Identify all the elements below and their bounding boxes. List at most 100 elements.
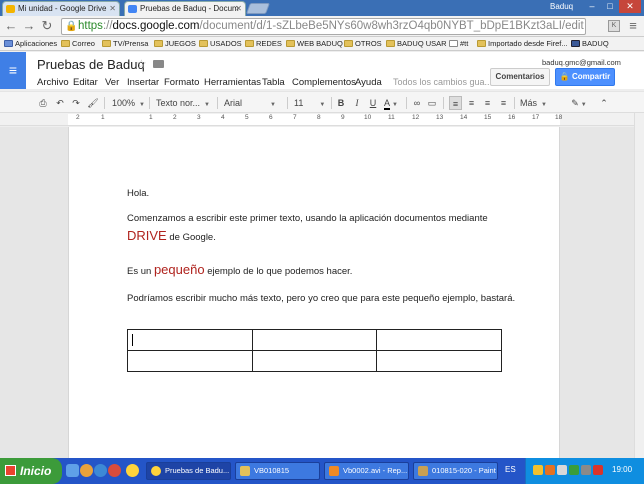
table-cell[interactable] (127, 329, 253, 351)
doc-paragraph-2[interactable]: Comenzamos a escribir este primer texto,… (127, 213, 488, 224)
menu-complementos[interactable]: Complementos (292, 77, 356, 88)
chrome-icon[interactable] (126, 464, 139, 477)
italic-button[interactable]: I (351, 96, 363, 110)
bookmark-redes[interactable]: REDES (245, 38, 282, 49)
menu-formato[interactable]: Formato (164, 77, 199, 88)
vlc-icon[interactable] (545, 465, 555, 475)
task-folder[interactable]: VB010815 (235, 462, 320, 480)
docs-home-icon[interactable]: ≡ (0, 52, 26, 89)
window-user[interactable]: Baduq (550, 2, 573, 11)
security-icon[interactable] (569, 465, 579, 475)
folder-icon (154, 40, 163, 47)
new-tab-button[interactable] (245, 3, 271, 14)
menu-ver[interactable]: Ver (105, 77, 119, 88)
reload-icon[interactable]: ↻ (40, 19, 54, 33)
language-indicator[interactable]: ES (505, 465, 516, 474)
task-video[interactable]: Vb0002.avi - Rep... (324, 462, 409, 480)
print-icon[interactable]: ⎙ (37, 96, 49, 110)
doc-paragraph-2-cont[interactable]: DRIVE de Google. (127, 228, 216, 243)
table-cell[interactable] (376, 329, 502, 351)
share-button[interactable]: 🔒 Compartir (555, 68, 615, 86)
bookmark-baduq-usar[interactable]: BADUQ USAR (386, 38, 447, 49)
style-select[interactable]: Texto nor... ▼ (156, 96, 214, 110)
bookmark-juegos[interactable]: JUEGOS (154, 38, 196, 49)
bookmark-tt[interactable]: #tt (449, 38, 468, 49)
minimize-button[interactable]: – (583, 0, 601, 13)
menu-archivo[interactable]: Archivo (37, 77, 69, 88)
bookmark-usados[interactable]: USADOS (199, 38, 242, 49)
doc-paragraph-4[interactable]: Podríamos escribir mucho más texto, pero… (127, 293, 515, 304)
pen-mode-icon[interactable]: ✎ ▼ (570, 96, 588, 110)
table-cell[interactable] (376, 350, 502, 372)
menu-insertar[interactable]: Insertar (127, 77, 159, 88)
network-icon[interactable] (557, 465, 567, 475)
menu-ayuda[interactable]: Ayuda (355, 77, 382, 88)
link-icon[interactable]: ∞ (411, 96, 423, 110)
table-cell[interactable] (251, 350, 378, 372)
menu-editar[interactable]: Editar (73, 77, 98, 88)
chrome-icon (151, 466, 161, 476)
menu-tabla[interactable]: Tabla (262, 77, 285, 88)
save-status[interactable]: Todos los cambios gua... (393, 77, 492, 87)
undo-icon[interactable]: ↶ (54, 96, 66, 110)
align-center-icon[interactable]: ≡ (465, 96, 478, 110)
divider (406, 97, 407, 109)
ruler[interactable]: 2 1 1 2 3 4 5 6 7 8 9 10 11 12 13 14 15 … (0, 113, 634, 126)
menu-icon[interactable]: ≡ (626, 19, 640, 33)
tab-pruebas-baduq[interactable]: Pruebas de Baduq - Docum ✕ (124, 1, 246, 16)
bookmark-aplicaciones[interactable]: Aplicaciones (4, 38, 57, 49)
desktop-icon[interactable] (66, 464, 79, 477)
comment-icon[interactable]: ▭ (426, 96, 438, 110)
task-paint[interactable]: 010815-020 - Paint (413, 462, 498, 480)
firefox-icon[interactable] (80, 464, 93, 477)
align-right-icon[interactable]: ≡ (481, 96, 494, 110)
bookmark-importado[interactable]: Importado desde Firef... (477, 38, 568, 49)
opera-icon[interactable] (108, 464, 121, 477)
back-icon[interactable]: ← (4, 19, 18, 33)
document-table[interactable] (127, 329, 502, 372)
url-input[interactable]: 🔒 https://docs.google.com/document/d/1-sZ… (61, 18, 586, 35)
clock[interactable]: 19:00 (612, 465, 632, 474)
close-icon[interactable]: ✕ (235, 2, 242, 15)
align-justify-icon[interactable]: ≡ (497, 96, 510, 110)
tab-google-drive[interactable]: Mi unidad - Google Drive ✕ (2, 1, 120, 16)
bold-button[interactable]: B (335, 96, 347, 110)
paint-format-icon[interactable]: 🖌 (87, 96, 99, 110)
bookmark-web-baduq[interactable]: WEB BADUQ (286, 38, 343, 49)
align-left-icon[interactable]: ≡ (449, 96, 462, 110)
more-button[interactable]: Más ▼ (520, 96, 550, 110)
doc-paragraph-1[interactable]: Hola. (127, 188, 149, 199)
redo-icon[interactable]: ↷ (70, 96, 82, 110)
warning-icon[interactable] (533, 465, 543, 475)
close-window-button[interactable]: ✕ (619, 0, 641, 13)
alert-icon[interactable] (593, 465, 603, 475)
volume-icon[interactable] (581, 465, 591, 475)
task-chrome-docs[interactable]: Pruebas de Badu... (146, 462, 231, 480)
folder-icon[interactable] (153, 60, 164, 68)
close-icon[interactable]: ✕ (109, 2, 116, 15)
text-color-button[interactable]: A ▼ (383, 96, 399, 110)
comments-button[interactable]: Comentarios (490, 68, 550, 86)
bookmark-correo[interactable]: Correo (61, 38, 95, 49)
extension-icon[interactable]: K (608, 20, 620, 32)
bookmark-baduq[interactable]: BADUQ (571, 38, 609, 49)
bookmark-otros[interactable]: OTROS (344, 38, 382, 49)
user-email[interactable]: baduq.gmc@gmail.com (542, 58, 621, 67)
document-title[interactable]: Pruebas de Baduq (37, 57, 145, 72)
table-cell[interactable] (251, 329, 378, 351)
vertical-scrollbar[interactable] (634, 113, 644, 458)
collapse-icon[interactable]: ⌃ (598, 96, 610, 110)
maximize-button[interactable]: □ (601, 0, 619, 13)
forward-icon[interactable]: → (22, 19, 36, 33)
underline-button[interactable]: U (367, 96, 379, 110)
doc-paragraph-3[interactable]: Es un pequeño ejemplo de lo que podemos … (127, 262, 352, 277)
zoom-select[interactable]: 100% ▼ (112, 96, 146, 110)
font-size-select[interactable]: 11 ▼ (294, 96, 330, 110)
start-button[interactable]: Inicio (0, 458, 62, 484)
ie-icon[interactable] (94, 464, 107, 477)
table-cell[interactable] (127, 350, 253, 372)
bookmark-tv-prensa[interactable]: TV/Prensa (102, 38, 148, 49)
menu-herramientas[interactable]: Herramientas (204, 77, 261, 88)
font-select[interactable]: Arial ▼ (224, 96, 284, 110)
star-icon[interactable]: ☆ (136, 57, 147, 71)
